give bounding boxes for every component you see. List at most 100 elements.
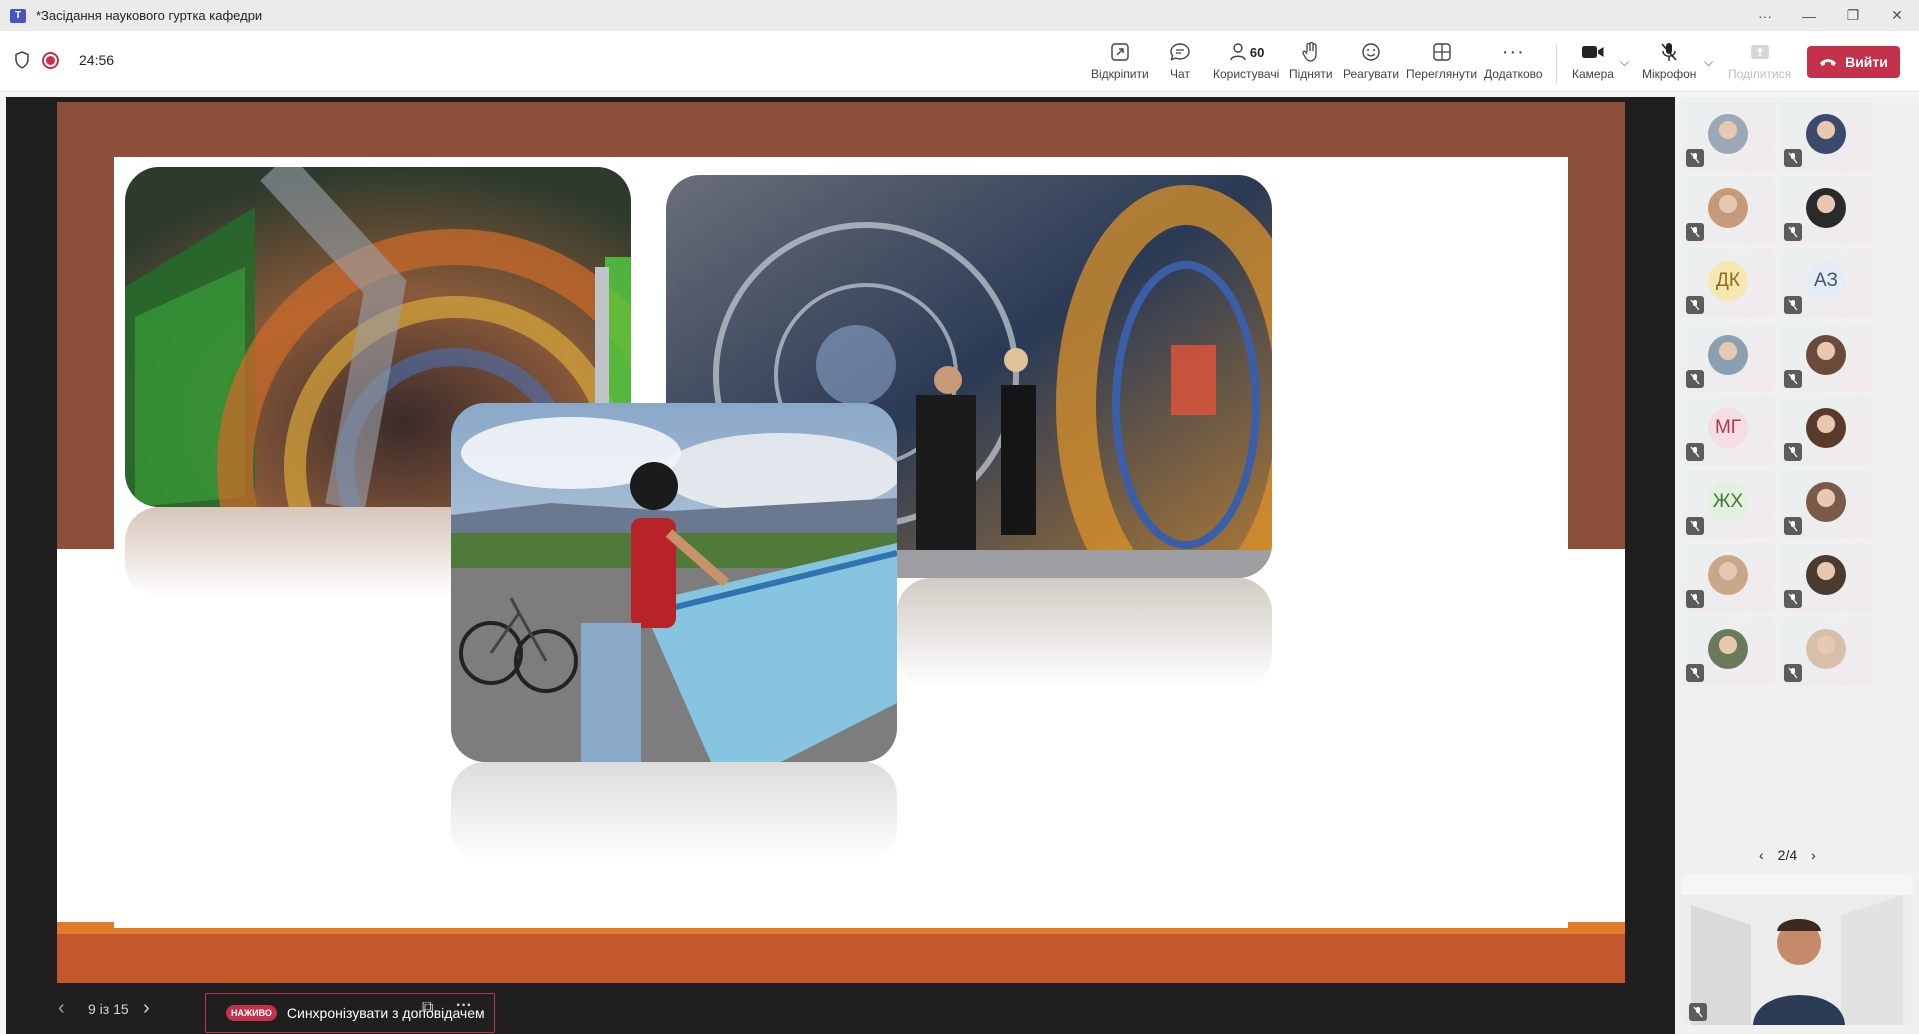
participant-avatar-photo: [1806, 334, 1846, 375]
share-icon: [1750, 45, 1769, 59]
muted-mic-icon: [1784, 296, 1802, 314]
participant-avatar-photo: [1806, 628, 1846, 669]
window-title: *Засідання наукового гуртка кафедри: [36, 8, 263, 23]
muted-mic-icon: [1686, 149, 1704, 167]
title-bar: T *Засідання наукового гуртка кафедри ··…: [0, 0, 1919, 31]
chat-icon: [1170, 43, 1190, 61]
slide-left-panel: [57, 549, 114, 928]
react-button[interactable]: Реагувати: [1343, 39, 1399, 87]
participant-tile[interactable]: [1779, 396, 1873, 465]
participant-avatar-photo: [1708, 114, 1748, 154]
participant-initials: АЗ: [1806, 261, 1846, 301]
minimize-icon[interactable]: —: [1787, 0, 1831, 31]
self-video-tile[interactable]: [1681, 875, 1913, 1025]
pager-label: 2/4: [1777, 847, 1798, 863]
participant-tile[interactable]: [1779, 616, 1873, 686]
share-button[interactable]: Поділитися: [1728, 39, 1791, 87]
live-badge: НАЖИВО: [226, 1005, 277, 1021]
chat-button[interactable]: Чат: [1169, 39, 1191, 87]
shared-slide: [57, 102, 1625, 983]
participant-tile[interactable]: АЗ: [1779, 249, 1873, 318]
presentation-stage: ‹ 9 із 15 › НАЖИВО Синхронізувати з допо…: [6, 97, 1675, 1034]
participant-initials: МГ: [1708, 408, 1748, 448]
more-actions-button[interactable]: ··· Додатково: [1484, 39, 1543, 87]
participant-avatar-photo: [1806, 187, 1846, 228]
muted-mic-icon: [1686, 222, 1704, 241]
participants-pager: ‹ 2/4 ›: [1759, 847, 1816, 863]
participant-avatar-photo: [1806, 114, 1846, 154]
participant-avatar-photo: [1708, 334, 1748, 375]
slide-bottom-band: [57, 928, 1625, 983]
layout-icon[interactable]: ⧉: [422, 999, 433, 1017]
participant-tile[interactable]: ДК: [1681, 249, 1775, 318]
hand-icon: [1302, 41, 1317, 62]
slide-more-icon[interactable]: ···: [456, 997, 472, 1015]
next-slide-icon[interactable]: ›: [143, 997, 150, 1020]
participants-panel: ‹ 2/4 › ДК АЗ МГ ЖХ: [1675, 97, 1919, 1034]
camera-options-chevron-icon[interactable]: ⌵: [1620, 55, 1629, 70]
muted-mic-icon: [1784, 590, 1802, 608]
smile-icon: [1362, 43, 1380, 61]
muted-mic-icon: [1784, 516, 1802, 535]
muted-mic-icon: [1784, 222, 1802, 241]
participant-avatar-photo: [1806, 555, 1846, 595]
participant-tile[interactable]: [1779, 175, 1873, 245]
self-mic-off-icon: [1689, 1003, 1707, 1021]
prev-slide-icon[interactable]: ‹: [58, 997, 65, 1020]
participant-tile[interactable]: [1779, 469, 1873, 539]
close-icon[interactable]: ✕: [1875, 0, 1919, 31]
participant-tile[interactable]: [1779, 322, 1873, 392]
mic-off-icon: [1661, 43, 1677, 61]
meeting-timer: 24:56: [79, 52, 115, 68]
restore-icon[interactable]: ❐: [1831, 0, 1875, 31]
phone-hangup-icon: [1820, 59, 1837, 66]
recording-icon: [42, 51, 59, 69]
people-count: 60: [1249, 44, 1265, 60]
raise-hand-button[interactable]: Підняти: [1289, 39, 1333, 87]
participant-tile[interactable]: [1681, 102, 1775, 171]
leave-button[interactable]: Вийти: [1807, 46, 1900, 78]
participant-tile[interactable]: [1681, 616, 1775, 686]
participant-avatar-photo: [1806, 481, 1846, 522]
muted-mic-icon: [1686, 663, 1704, 682]
muted-mic-icon: [1686, 590, 1704, 608]
participant-tile[interactable]: [1779, 102, 1873, 171]
participant-tile[interactable]: [1681, 322, 1775, 392]
participant-initials: ДК: [1708, 261, 1748, 301]
muted-mic-icon: [1686, 369, 1704, 388]
muted-mic-icon: [1784, 149, 1802, 167]
sync-label: Синхронізувати з доповідачем: [286, 1005, 485, 1021]
sync-with-presenter-button[interactable]: НАЖИВО Синхронізувати з доповідачем: [205, 993, 495, 1033]
participant-tile[interactable]: [1779, 543, 1873, 612]
bicycle-photo-reflection: [451, 762, 897, 862]
pager-prev-icon[interactable]: ‹: [1759, 847, 1764, 863]
more-icon[interactable]: ···: [1743, 0, 1787, 31]
muted-mic-icon: [1784, 663, 1802, 682]
bicycle-photo: [451, 403, 897, 762]
muted-mic-icon: [1686, 443, 1704, 461]
unpin-icon: [1111, 43, 1129, 61]
mic-options-chevron-icon[interactable]: ⌵: [1704, 55, 1713, 70]
shield-icon: [15, 51, 29, 69]
participant-avatar-photo: [1708, 187, 1748, 228]
mic-button[interactable]: Мікрофон: [1642, 39, 1696, 87]
toolbar-divider: [1556, 45, 1557, 83]
participant-tile[interactable]: [1681, 543, 1775, 612]
participant-tile[interactable]: [1681, 175, 1775, 245]
museum-photo-reflection: [897, 578, 1272, 688]
camera-button[interactable]: Камера: [1572, 39, 1614, 87]
view-button[interactable]: Переглянути: [1406, 39, 1477, 87]
muted-mic-icon: [1686, 516, 1704, 535]
participant-initials: ЖХ: [1708, 481, 1748, 522]
participant-avatar-photo: [1708, 628, 1748, 669]
unpin-button[interactable]: Відкріпити: [1091, 39, 1149, 87]
pager-next-icon[interactable]: ›: [1811, 847, 1816, 863]
participant-tile[interactable]: МГ: [1681, 396, 1775, 465]
ellipsis-icon: ···: [1501, 40, 1525, 63]
muted-mic-icon: [1784, 443, 1802, 461]
meeting-toolbar: 24:56 Відкріпити Чат 60 Користувачі Підн…: [0, 31, 1919, 92]
people-button[interactable]: 60 Користувачі: [1213, 39, 1279, 87]
muted-mic-icon: [1686, 296, 1704, 314]
camera-icon: [1581, 46, 1604, 58]
participant-tile[interactable]: ЖХ: [1681, 469, 1775, 539]
